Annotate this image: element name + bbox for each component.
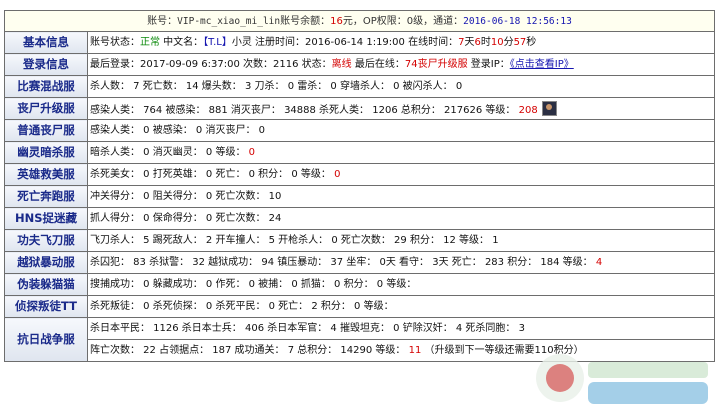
label-ghost-server: 幽灵暗杀服: [4, 141, 88, 164]
hero-server-stats: 杀死美女： 0 打死英雄： 0 死亡： 0 积分： 0 等级： 0: [87, 163, 715, 186]
row-war-server: 抗日战争服 杀日本平民： 1126 杀日本士兵： 406 杀日本军官： 4 摧毁…: [4, 317, 715, 362]
label-match-server: 比赛混战服: [4, 75, 88, 98]
row-basic-info: 基本信息 账号状态：正常 中文名：【T.L】小灵 注册时间：2016-06-14…: [4, 31, 715, 54]
war-level: 11: [408, 345, 422, 356]
kungfu-server-stats: 飞刀杀人： 5 踢死敌人： 2 开车撞人： 5 开枪杀人： 0 死亡次数： 29…: [87, 229, 715, 252]
balance-value: 16: [330, 15, 343, 27]
label-zombie-upgrade-server: 丧尸升级服: [4, 97, 88, 120]
row-ghost-server: 幽灵暗杀服 暗杀人类： 0 消灭幽灵： 0 等级： 0: [4, 141, 715, 164]
row-hide-server: 伪装躲猫猫 搜捕成功： 0 躲藏成功： 0 作死： 0 被捕： 0 抓猫： 0 …: [4, 273, 715, 296]
match-server-stats: 杀人数： 7 死亡数： 14 爆头数： 3 刀杀： 0 雷杀： 0 穿墙杀人： …: [87, 75, 715, 98]
zombie-server-stats: 感染人类： 0 被感染： 0 消灭丧尸： 0: [87, 119, 715, 142]
hns-server-stats: 抓人得分： 0 保命得分： 0 死亡次数： 24: [87, 207, 715, 230]
basic-info-content: 账号状态：正常 中文名：【T.L】小灵 注册时间：2016-06-14 1:19…: [87, 31, 715, 54]
label-hero-server: 英雄救美服: [4, 163, 88, 186]
login-count: 2116: [273, 59, 299, 70]
row-deathrun-server: 死亡奔跑服 冲关得分： 0 阻关得分： 0 死亡次数： 10: [4, 185, 715, 208]
account-name: VIP-mc_xiao_mi_lin: [177, 15, 281, 27]
label-war-server: 抗日战争服: [4, 317, 88, 362]
clan-tag: 【T.L】: [203, 37, 232, 48]
header-row: 账号：VIP-mc_xiao_mi_lin账号余额：16元，OP权限：0级，通道…: [4, 10, 715, 32]
hide-server-stats: 搜捕成功： 0 躲藏成功： 0 作死： 0 被捕： 0 抓猫： 0 积分： 0 …: [87, 273, 715, 296]
label-zombie-server: 普通丧尸服: [4, 119, 88, 142]
war-server-stats-line1: 杀日本平民： 1126 杀日本士兵： 406 杀日本军官： 4 摧毁坦克： 0 …: [87, 317, 715, 340]
row-hns-server: HNS捉迷藏 抓人得分： 0 保命得分： 0 死亡次数： 24: [4, 207, 715, 230]
register-time: 2016-06-14 1:19:00: [305, 37, 405, 48]
login-info-content: 最后登录：2017-09-09 6:37:00 次数：2116 状态：离线 最后…: [87, 53, 715, 76]
label-basic-info: 基本信息: [4, 31, 88, 54]
zombie-upgrade-level: 208: [518, 104, 538, 116]
last-login-time: 2017-09-09 6:37:00: [140, 59, 240, 70]
last-online-server: 74丧尸升级服: [404, 59, 468, 70]
account-status: 正常: [140, 37, 160, 48]
deathrun-server-stats: 冲关得分： 0 阻关得分： 0 死亡次数： 10: [87, 185, 715, 208]
view-ip-link[interactable]: 《点击查看IP》: [510, 59, 574, 70]
header-datetime: 2016-06-18 12:56:13: [463, 15, 572, 27]
account-header: 账号：VIP-mc_xiao_mi_lin账号余额：16元，OP权限：0级，通道…: [4, 10, 715, 32]
label-kungfu-server: 功夫飞刀服: [4, 229, 88, 252]
row-kungfu-server: 功夫飞刀服 飞刀杀人： 5 踢死敌人： 2 开车撞人： 5 开枪杀人： 0 死亡…: [4, 229, 715, 252]
label-login-info: 登录信息: [4, 53, 88, 76]
row-traitor-server: 侦探叛徒TT 杀死叛徒： 0 杀死侦探： 0 杀死平民： 0 死亡： 2 积分：…: [4, 295, 715, 318]
ghost-server-stats: 暗杀人类： 0 消灭幽灵： 0 等级： 0: [87, 141, 715, 164]
label-hns-server: HNS捉迷藏: [4, 207, 88, 230]
label-jailbreak-server: 越狱暴动服: [4, 251, 88, 274]
row-zombie-server: 普通丧尸服 感染人类： 0 被感染： 0 消灭丧尸： 0: [4, 119, 715, 142]
label-traitor-server: 侦探叛徒TT: [4, 295, 88, 318]
online-status: 离线: [331, 59, 352, 70]
zombie-upgrade-stats: 感染人类： 764 被感染： 881 消灭丧尸： 34888 杀死人类： 120…: [87, 97, 715, 120]
row-jailbreak-server: 越狱暴动服 杀囚犯： 83 杀狱警： 32 越狱成功： 94 镇压暴动： 37 …: [4, 251, 715, 274]
op-level: 0级: [406, 15, 424, 27]
user-stats-table: 账号：VIP-mc_xiao_mi_lin账号余额：16元，OP权限：0级，通道…: [4, 10, 715, 362]
row-hero-server: 英雄救美服 杀死美女： 0 打死英雄： 0 死亡： 0 积分： 0 等级： 0: [4, 163, 715, 186]
traitor-server-stats: 杀死叛徒： 0 杀死侦探： 0 杀死平民： 0 死亡： 2 积分： 0 等级：: [87, 295, 715, 318]
row-match-server: 比赛混战服 杀人数： 7 死亡数： 14 爆头数： 3 刀杀： 0 雷杀： 0 …: [4, 75, 715, 98]
chinese-name: 小灵: [231, 37, 252, 48]
label-hide-server: 伪装躲猫猫: [4, 273, 88, 296]
row-zombie-upgrade-server: 丧尸升级服 感染人类： 764 被感染： 881 消灭丧尸： 34888 杀死人…: [4, 97, 715, 120]
jailbreak-server-stats: 杀囚犯： 83 杀狱警： 32 越狱成功： 94 镇压暴动： 37 坐牢： 0天…: [87, 251, 715, 274]
label-deathrun-server: 死亡奔跑服: [4, 185, 88, 208]
row-login-info: 登录信息 最后登录：2017-09-09 6:37:00 次数：2116 状态：…: [4, 53, 715, 76]
avatar: [541, 100, 557, 116]
watermark-logo: [536, 354, 708, 404]
